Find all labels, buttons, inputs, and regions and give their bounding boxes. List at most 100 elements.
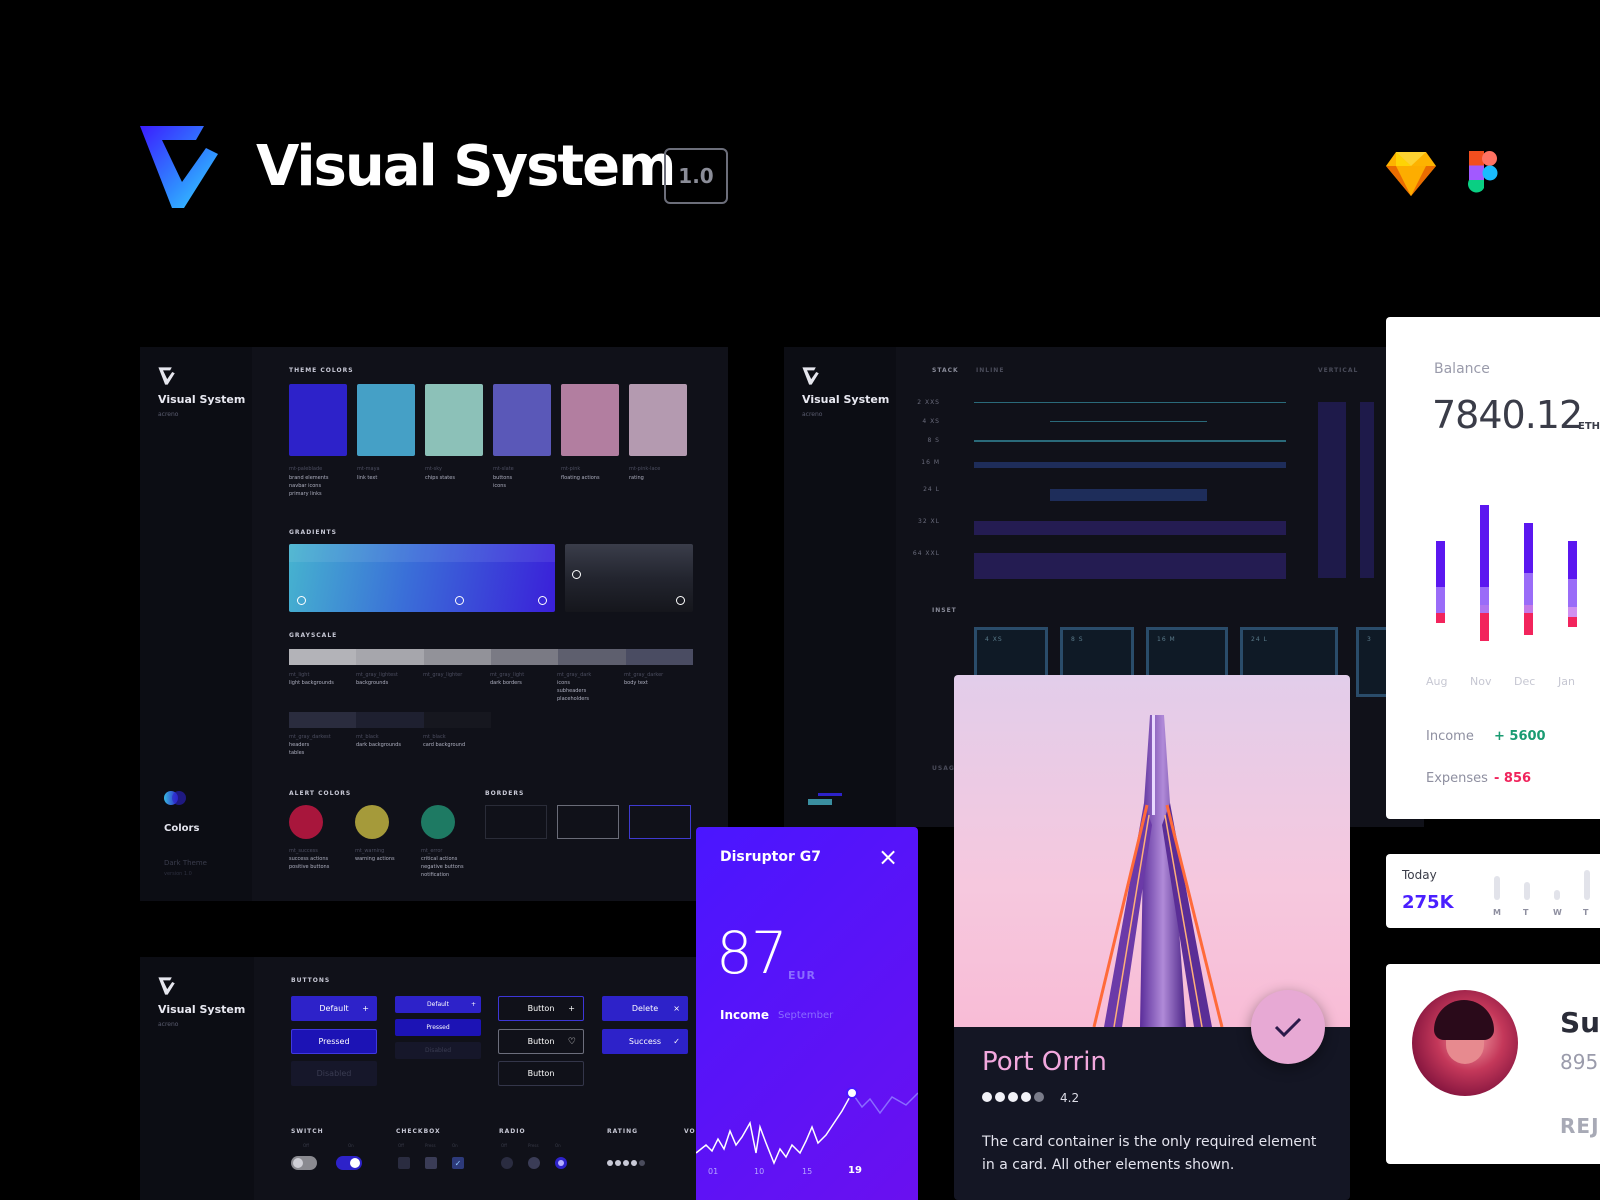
disabled-button-label: Disabled — [316, 1069, 352, 1078]
stack-row-label: 32 XL — [918, 518, 940, 525]
colors-nav-icon-shadow — [172, 791, 186, 805]
pressed-button-small[interactable]: Pressed — [395, 1019, 481, 1036]
balance-bar-segment — [1568, 617, 1577, 627]
swatch-desc: floating actions — [561, 475, 600, 481]
plus-icon: + — [362, 1004, 369, 1013]
rating-heading: RATING — [607, 1128, 639, 1135]
figma-icon[interactable] — [1468, 150, 1500, 196]
delete-button[interactable]: Delete × — [602, 996, 688, 1021]
outline-button[interactable]: Button + — [498, 996, 584, 1021]
disruptor-unit: EUR — [788, 969, 816, 982]
rating-dot[interactable] — [639, 1160, 645, 1166]
rating-dot[interactable] — [607, 1160, 613, 1166]
radio-heading: RADIO — [499, 1128, 526, 1135]
port-body: The card container is the only required … — [982, 1134, 1317, 1173]
outline-button-heart[interactable]: Button ♡ — [498, 1029, 584, 1054]
theme-color-swatch — [629, 384, 687, 456]
gradient-stop-handle[interactable] — [676, 596, 685, 605]
sidebar-item-colors[interactable]: Colors — [164, 823, 199, 834]
close-icon[interactable]: × — [878, 843, 898, 871]
border-sample — [629, 805, 691, 839]
gradient-stop-handle[interactable] — [455, 596, 464, 605]
rating-dot[interactable] — [615, 1160, 621, 1166]
gradient-stop-handle[interactable] — [572, 570, 581, 579]
inline-heading: INLINE — [976, 367, 1005, 374]
pressed-button-small-label: Pressed — [426, 1024, 450, 1031]
alert-color-circle — [355, 805, 389, 839]
check-fab-button[interactable] — [1251, 990, 1325, 1064]
inset-label: 24 L — [1251, 636, 1268, 643]
switch-off[interactable] — [291, 1156, 317, 1170]
checkbox-off[interactable] — [398, 1157, 410, 1169]
rating-star-dot — [1034, 1092, 1044, 1102]
grayscale-desc: dark backgrounds — [356, 742, 401, 748]
checkbox-press[interactable] — [425, 1157, 437, 1169]
success-button[interactable]: Success ✓ — [602, 1029, 688, 1054]
outline-button-plain[interactable]: Button — [498, 1061, 584, 1086]
delete-button-label: Delete — [631, 1004, 659, 1013]
checkbox-on[interactable]: ✓ — [452, 1157, 464, 1169]
radio-dot — [558, 1160, 564, 1166]
success-button-label: Success — [628, 1037, 662, 1046]
sketch-icon[interactable] — [1386, 150, 1436, 196]
sidebar-subtitle: acreno — [158, 1021, 179, 1028]
radio-off-label: Off — [501, 1143, 507, 1148]
month-label: Nov — [1470, 675, 1492, 688]
grayscale-name: mt_gray_darkest — [289, 734, 331, 740]
swatch-name: mt-pink — [561, 466, 581, 472]
check-icon: ✓ — [673, 1037, 680, 1046]
balance-bar-segment — [1568, 579, 1577, 607]
balance-bar-segment — [1436, 587, 1445, 613]
rating-dot[interactable] — [623, 1160, 629, 1166]
tab-income[interactable]: Income — [720, 1008, 769, 1022]
checkbox-off-label: Off — [398, 1143, 404, 1148]
balance-bar-segment — [1436, 541, 1445, 587]
balance-bar-segment — [1568, 541, 1577, 579]
balance-bar-chart — [1436, 505, 1577, 641]
default-button-small[interactable]: Default + — [395, 996, 481, 1013]
disabled-button-small-label: Disabled — [424, 1047, 452, 1054]
buttons-panel: Visual System acreno BUTTONS Default + P… — [140, 957, 740, 1200]
port-rating-value: 4.2 — [1060, 1091, 1080, 1105]
theme-color-swatch — [493, 384, 551, 456]
rating-dot[interactable] — [631, 1160, 637, 1166]
outline-button-plain-label: Button — [527, 1069, 555, 1078]
radio-off[interactable] — [501, 1157, 513, 1169]
radio-on[interactable] — [555, 1157, 567, 1169]
balance-bar-segment — [1436, 613, 1445, 623]
alert-color-circle — [421, 805, 455, 839]
grayscale-bar-dark — [289, 712, 491, 728]
spacing-nav-icon[interactable] — [808, 799, 832, 805]
swatch-name: mt-paleblade — [289, 466, 323, 472]
reject-button[interactable]: REJ — [1560, 1114, 1600, 1138]
theme-colors-heading: THEME COLORS — [289, 367, 354, 374]
balance-bar-segment — [1524, 523, 1533, 573]
stack-row-bar — [1050, 421, 1207, 422]
gradient-stop-handle[interactable] — [538, 596, 547, 605]
today-day-label: T — [1523, 908, 1529, 917]
stack-row-label: 64 XXL — [912, 550, 940, 557]
vertical-bar — [1318, 402, 1346, 578]
disruptor-card: Disruptor G7 × 87 EUR Income September 0… — [696, 827, 918, 1200]
tab-september[interactable]: September — [778, 1010, 833, 1021]
switch-on[interactable] — [336, 1156, 362, 1170]
brand-logo-small-icon — [158, 367, 175, 385]
x-label-01: 01 — [708, 1167, 719, 1176]
rating-star-dot — [1021, 1092, 1031, 1102]
rating-star-dot — [1008, 1092, 1018, 1102]
stack-row-label: 16 M — [921, 459, 940, 466]
income-value: + 5600 — [1494, 729, 1546, 744]
today-day-label: M — [1493, 908, 1501, 917]
grayscale-name: mt_light — [289, 672, 310, 678]
theme-name: Dark Theme — [164, 859, 207, 867]
gradient-stop-handle[interactable] — [297, 596, 306, 605]
radio-press[interactable] — [528, 1157, 540, 1169]
default-button[interactable]: Default + — [291, 996, 377, 1021]
plus-icon: + — [568, 1004, 575, 1013]
rating-star-dot — [982, 1092, 992, 1102]
profile-number: 895 — [1560, 1050, 1599, 1074]
pressed-button[interactable]: Pressed — [291, 1029, 377, 1054]
spacing-nav-icon-accent — [818, 793, 842, 796]
grayscale-name: mt_gray_lighter — [423, 672, 463, 678]
balance-bar-segment — [1524, 613, 1533, 635]
